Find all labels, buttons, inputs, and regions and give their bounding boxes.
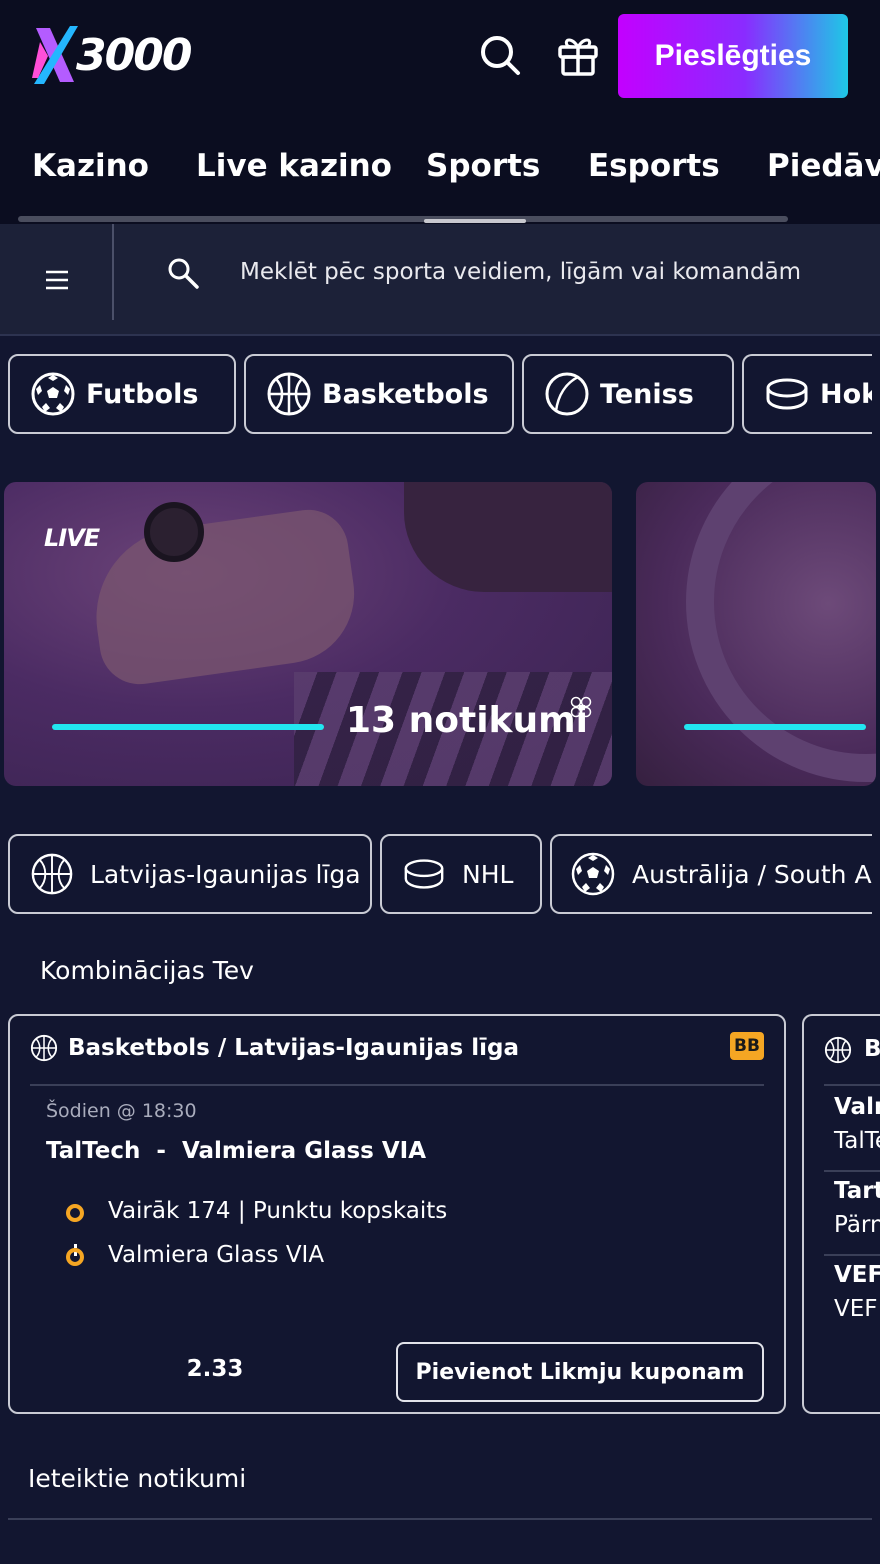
combo-card-league: Basketbols	[864, 1036, 880, 1062]
nav-item-kazino[interactable]: Kazino	[32, 148, 149, 184]
sport-chip-label: Futbols	[86, 378, 199, 410]
league-chip-australija[interactable]: Austrālija / South Australia	[550, 834, 872, 914]
basketball-icon	[824, 1036, 852, 1064]
banner-event-count: 13 notikumi	[346, 700, 588, 741]
sport-chip-futbols[interactable]: Futbols	[8, 354, 236, 434]
nav-item-piedavajumi[interactable]: Piedāvājumi	[767, 148, 880, 184]
banner-image-arm	[84, 504, 364, 690]
selection-item: Vairāk 174 | Punktu kopskaits	[108, 1198, 448, 1224]
sport-chip-label: Hokejs	[820, 378, 872, 410]
soccer-ball-icon	[31, 372, 75, 416]
league-chip-latvijas-igaunijas[interactable]: Latvijas-Igaunijas līga	[8, 834, 372, 914]
logo-text: 3000	[76, 30, 192, 81]
section-title-combinations: Kombinācijas Tev	[40, 956, 254, 985]
selection-dot-icon	[66, 1248, 84, 1266]
divider	[30, 1084, 764, 1086]
sport-chip-label: Teniss	[600, 378, 694, 410]
row-title: Tartu	[834, 1178, 880, 1204]
gift-icon[interactable]	[556, 33, 600, 77]
sports-search-input[interactable]	[240, 252, 860, 292]
divider	[8, 1518, 872, 1520]
sport-chip-basketbols[interactable]: Basketbols	[244, 354, 514, 434]
event-teams[interactable]: TalTech - Valmiera Glass VIA	[46, 1138, 426, 1164]
live-label: LIVE	[44, 524, 100, 552]
row-title: Valmiera	[834, 1094, 880, 1120]
section-title-featured: Ieteiktie notikumi	[28, 1464, 247, 1493]
combo-card: Basketbols / Latvijas-Igaunijas līga BB …	[8, 1014, 786, 1414]
main-nav: Kazino Live kazino Sports Esports Piedāv…	[0, 130, 880, 210]
add-to-betslip-button[interactable]: Pievienot Likmju kuponam	[396, 1342, 764, 1402]
nav-scrollbar-track[interactable]	[18, 216, 788, 222]
search-icon	[168, 258, 199, 289]
live-banner[interactable]: LIVE 13 notikumi	[4, 482, 612, 786]
league-chip-label: Latvijas-Igaunijas līga	[90, 859, 361, 889]
row-subtitle: Pärnu	[834, 1212, 880, 1238]
basketball-icon	[267, 372, 311, 416]
divider	[824, 1084, 880, 1086]
divider	[824, 1170, 880, 1172]
basketball-icon	[30, 1034, 58, 1062]
hockey-puck-icon	[404, 859, 444, 889]
bet-builder-badge: BB	[730, 1032, 764, 1060]
combo-card-header[interactable]: Basketbols / Latvijas-Igaunijas līga	[30, 1034, 519, 1062]
sport-chip-label: Basketbols	[322, 378, 489, 410]
soccer-ball-icon	[571, 852, 615, 896]
row-subtitle: VEF Rīga	[834, 1296, 880, 1322]
league-chip-nhl[interactable]: NHL	[380, 834, 542, 914]
banner-progress-bar	[684, 724, 866, 730]
event-time: Šodien @ 18:30	[46, 1100, 197, 1122]
nav-item-esports[interactable]: Esports	[588, 148, 720, 184]
nav-item-live-kazino[interactable]: Live kazino	[196, 148, 392, 184]
banner-image-cap	[404, 482, 612, 592]
league-chip-label: Austrālija / South Australia	[632, 859, 872, 889]
nav-active-indicator	[424, 219, 526, 223]
sports-search-bar	[0, 224, 880, 336]
basketball-icon	[31, 853, 73, 895]
nav-item-sports[interactable]: Sports	[426, 148, 540, 184]
brand-logo[interactable]: 3000	[30, 22, 192, 88]
selection-dot-icon	[66, 1204, 84, 1222]
banner-image-watch	[144, 502, 204, 562]
timer-banner[interactable]	[636, 482, 876, 786]
banner-image-stopwatch	[686, 482, 876, 782]
hockey-puck-icon	[766, 378, 808, 410]
tennis-ball-icon	[545, 372, 589, 416]
row-subtitle: TalTech	[834, 1128, 880, 1154]
row-title: VEF	[834, 1262, 880, 1288]
combo-card-league: Basketbols / Latvijas-Igaunijas līga	[68, 1035, 519, 1061]
x-logo-icon	[32, 26, 78, 84]
selection-item: Valmiera Glass VIA	[108, 1242, 325, 1268]
hamburger-menu-icon[interactable]	[28, 256, 86, 304]
search-icon[interactable]	[478, 33, 522, 77]
combo-odds: 2.33	[186, 1356, 244, 1382]
combo-card-partial: Basketbols Valmiera TalTech Tartu Pärnu …	[802, 1014, 880, 1414]
multi-sport-icon	[570, 696, 592, 718]
login-button[interactable]: Pieslēgties	[618, 14, 848, 98]
divider	[112, 224, 114, 320]
league-chip-label: NHL	[462, 859, 514, 889]
divider	[824, 1254, 880, 1256]
top-bar: 3000 Pieslēgties Kazino Live kazino Spor…	[0, 0, 880, 224]
sport-chip-hokejs[interactable]: Hokejs	[742, 354, 872, 434]
sport-chip-teniss[interactable]: Teniss	[522, 354, 734, 434]
banner-progress-bar	[52, 724, 324, 730]
